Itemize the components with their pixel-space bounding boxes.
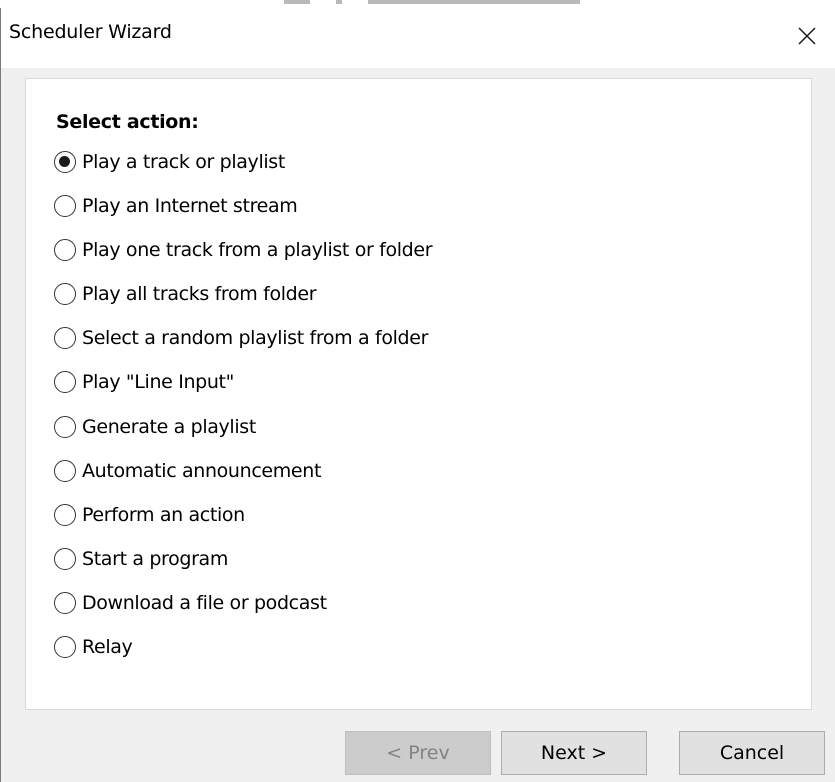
option-label: Perform an action <box>82 503 245 526</box>
option-label: Play "Line Input" <box>82 371 235 394</box>
option-perform-action[interactable]: Perform an action <box>54 502 432 546</box>
option-download-file-or-podcast[interactable]: Download a file or podcast <box>54 590 432 634</box>
radio-button[interactable] <box>54 195 76 218</box>
action-options: Play a track or playlist Play an Interne… <box>54 149 433 678</box>
title-bar[interactable]: Scheduler Wizard <box>1 8 835 68</box>
option-label: Play one track from a playlist or folder <box>82 239 433 262</box>
option-label: Start a program <box>82 547 228 570</box>
button-bar: < Prev Next > Cancel <box>1 710 835 782</box>
radio-button[interactable] <box>54 371 76 394</box>
select-action-heading: Select action: <box>56 111 199 133</box>
radio-button[interactable] <box>54 283 76 306</box>
option-play-track-or-playlist[interactable]: Play a track or playlist <box>54 149 432 193</box>
option-label: Select a random playlist from a folder <box>82 327 429 350</box>
radio-button[interactable] <box>54 415 76 438</box>
radio-button[interactable] <box>54 327 76 350</box>
scheduler-wizard-dialog: Scheduler Wizard Select action: Play a t… <box>0 8 835 782</box>
close-icon <box>798 27 816 45</box>
radio-button[interactable] <box>54 151 76 173</box>
radio-button[interactable] <box>54 503 76 526</box>
option-label: Play all tracks from folder <box>82 283 317 306</box>
option-relay[interactable]: Relay <box>54 634 432 678</box>
radio-button[interactable] <box>54 239 76 262</box>
option-play-all-tracks[interactable]: Play all tracks from folder <box>54 281 432 325</box>
option-label: Play an Internet stream <box>82 195 298 218</box>
action-panel: Select action: Play a track or playlist … <box>25 78 812 710</box>
option-label: Play a track or playlist <box>82 151 285 173</box>
option-generate-playlist[interactable]: Generate a playlist <box>54 414 432 458</box>
option-label: Generate a playlist <box>82 415 256 438</box>
close-button[interactable] <box>779 8 835 64</box>
option-automatic-announcement[interactable]: Automatic announcement <box>54 458 432 502</box>
option-start-program[interactable]: Start a program <box>54 546 432 590</box>
option-play-line-input[interactable]: Play "Line Input" <box>54 369 432 413</box>
option-label: Automatic announcement <box>82 459 322 482</box>
cancel-button[interactable]: Cancel <box>679 731 825 775</box>
option-label: Download a file or podcast <box>82 591 327 614</box>
window-title: Scheduler Wizard <box>9 21 172 43</box>
radio-button[interactable] <box>54 636 76 659</box>
radio-button[interactable] <box>54 591 76 614</box>
radio-button[interactable] <box>54 459 76 482</box>
prev-button: < Prev <box>345 731 491 775</box>
option-play-internet-stream[interactable]: Play an Internet stream <box>54 193 432 237</box>
radio-button[interactable] <box>54 547 76 570</box>
option-label: Relay <box>82 636 133 659</box>
background-edge <box>0 0 835 8</box>
option-play-one-track[interactable]: Play one track from a playlist or folder <box>54 237 433 281</box>
next-button[interactable]: Next > <box>501 731 647 775</box>
option-random-playlist[interactable]: Select a random playlist from a folder <box>54 325 432 369</box>
